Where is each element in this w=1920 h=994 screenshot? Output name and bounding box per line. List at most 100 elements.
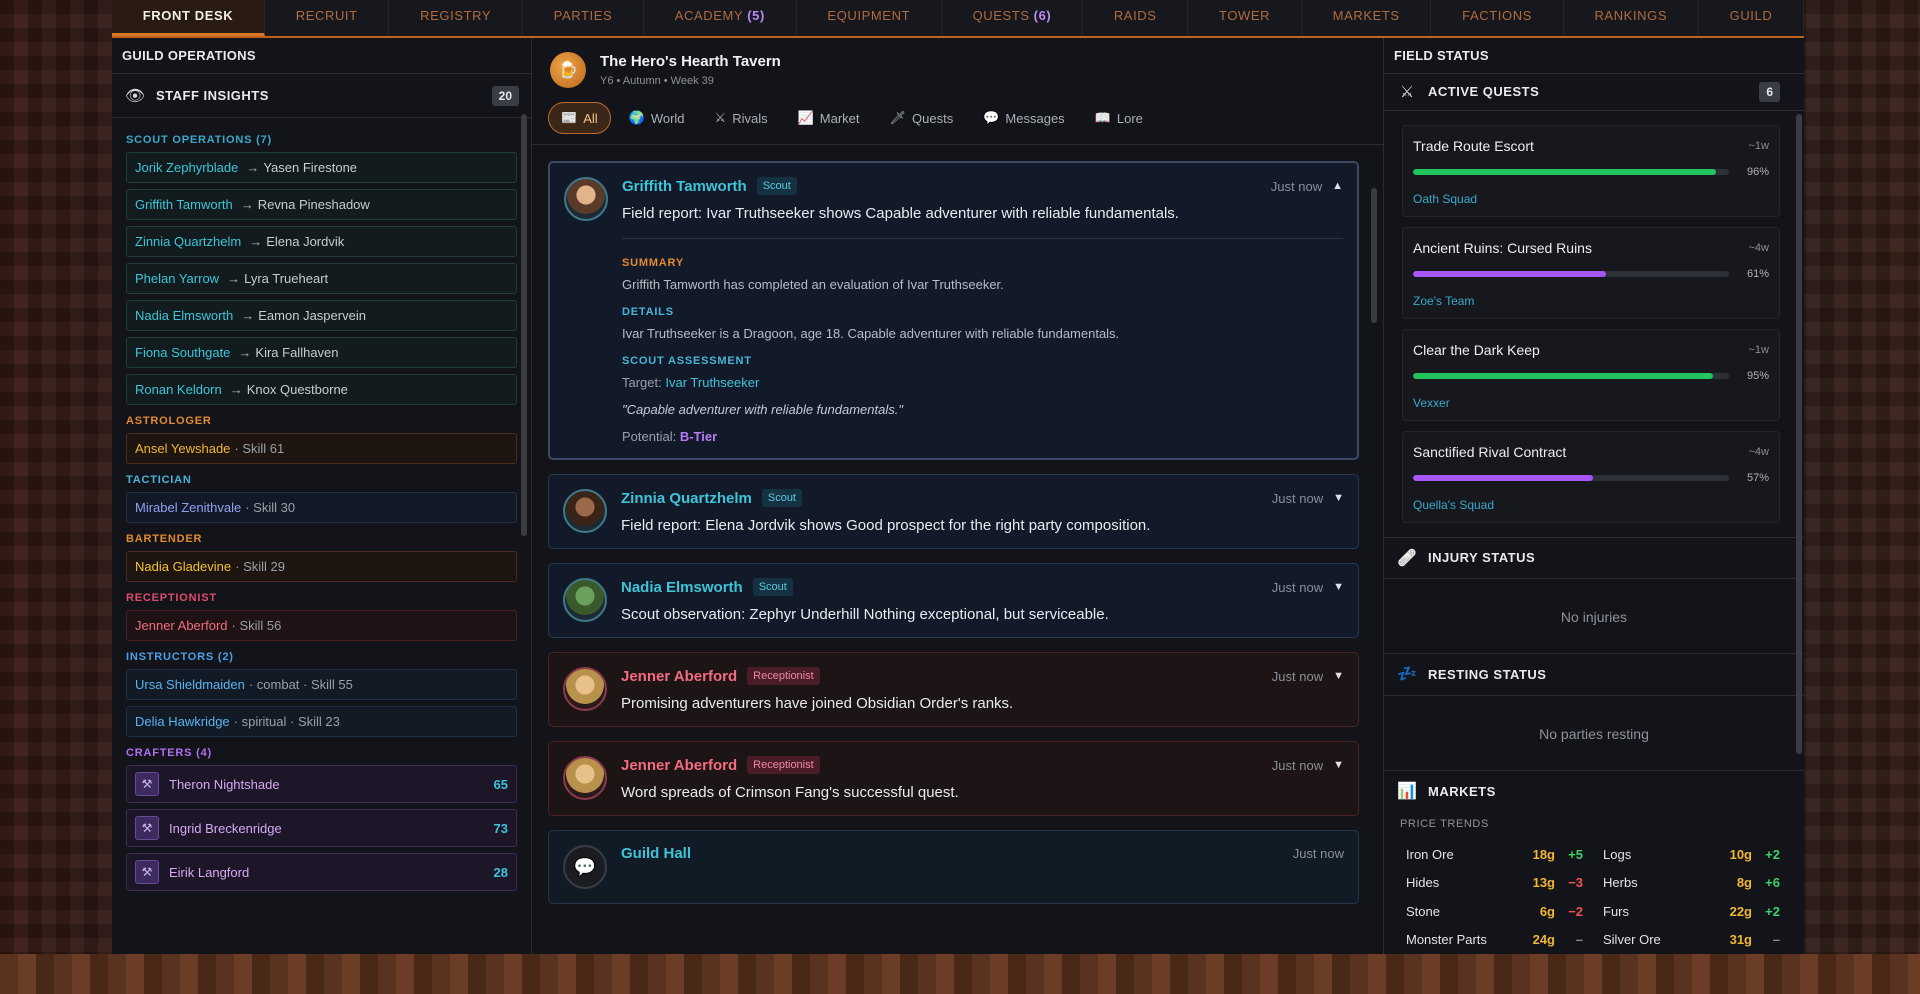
- tab-front-desk[interactable]: FRONT DESK: [112, 0, 265, 36]
- tab-quests[interactable]: QUESTS (6): [942, 0, 1084, 36]
- quest-party[interactable]: Vexxer: [1413, 396, 1769, 410]
- feed-card[interactable]: 💬 Guild Hall Just now: [548, 830, 1359, 904]
- chevron-down-icon[interactable]: ▼: [1333, 670, 1344, 682]
- scout-row[interactable]: Nadia Elmsworth → Eamon Jaspervein: [126, 300, 517, 331]
- filter-quests[interactable]: 🗡 Quests: [878, 102, 966, 134]
- newspaper-icon: 📰: [561, 110, 578, 125]
- quest-party[interactable]: Quella's Squad: [1413, 498, 1769, 512]
- price-trends-label: PRICE TRENDS: [1400, 818, 1489, 830]
- arrow-icon: →: [229, 382, 243, 397]
- price-delta: +5: [1568, 846, 1583, 862]
- scout-target: Yasen Firestone: [263, 160, 358, 175]
- injury-status-header[interactable]: 🩹 INJURY STATUS: [1384, 538, 1804, 580]
- filter-world[interactable]: 🌍 World: [617, 102, 697, 134]
- staff-meta: · Skill 29: [235, 559, 285, 574]
- scout-row[interactable]: Zinnia Quartzhelm → Elena Jordvik: [126, 226, 517, 257]
- filter-rivals[interactable]: ⚔ Rivals: [703, 102, 780, 134]
- tab-raids[interactable]: RAIDS: [1083, 0, 1189, 36]
- sleep-icon: 💤: [1397, 666, 1417, 684]
- tactician-row[interactable]: Mirabel Zenithvale · Skill 30: [126, 492, 517, 523]
- feed-card[interactable]: Griffith Tamworth Scout Just now ▲ Field…: [548, 161, 1359, 460]
- instructor-row[interactable]: Delia Hawkridge · spiritual · Skill 23: [126, 706, 517, 737]
- crafter-row[interactable]: ⚒ Theron Nightshade 65: [126, 765, 517, 803]
- tab-guild[interactable]: GUILD: [1699, 0, 1805, 36]
- filter-lore[interactable]: 📖 Lore: [1083, 102, 1155, 134]
- tab-markets[interactable]: MARKETS: [1302, 0, 1432, 36]
- item-name: Silver Ore: [1603, 932, 1661, 948]
- filter-label: Messages: [1005, 110, 1065, 126]
- scout-row[interactable]: Griffith Tamworth → Revna Pineshadow: [126, 189, 517, 220]
- scout-row[interactable]: Jorik Zephyrblade → Yasen Firestone: [126, 152, 517, 183]
- chevron-up-icon[interactable]: ▲: [1332, 180, 1343, 192]
- tab-label: RECRUIT: [295, 8, 358, 23]
- arrow-icon: →: [238, 345, 252, 360]
- feed-message: Scout observation: Zephyr Underhill Noth…: [621, 606, 1109, 623]
- progress-fill: [1413, 372, 1714, 379]
- field-status-panel: FIELD STATUS ⚔ ACTIVE QUESTS 6 Trade Rou…: [1384, 38, 1804, 954]
- scout-target: Lyra Trueheart: [244, 271, 329, 286]
- quest-card[interactable]: Clear the Dark Keep ~1w 95% Vexxer: [1402, 328, 1780, 421]
- quest-card[interactable]: Ancient Ruins: Cursed Ruins ~4w 61% Zoe's…: [1402, 226, 1780, 319]
- tab-academy[interactable]: ACADEMY (5): [644, 0, 797, 36]
- quest-card[interactable]: Sanctified Rival Contract ~4w 57% Quella'…: [1402, 430, 1780, 523]
- price-row: Herbs 8g +6: [1603, 869, 1780, 898]
- target-name[interactable]: Ivar Truthseeker: [665, 375, 759, 390]
- tab-registry[interactable]: REGISTRY: [389, 0, 523, 36]
- price-row: Logs 10g +2: [1603, 840, 1780, 869]
- filter-all[interactable]: 📰 All: [548, 102, 611, 134]
- price-grid: Iron Ore 18g +5 Logs 10g +2 Hides 13g −3 Herbs…: [1384, 830, 1804, 954]
- scrollbar[interactable]: [1796, 114, 1802, 754]
- receptionist-row[interactable]: Jenner Aberford · Skill 56: [126, 610, 517, 641]
- staff-insights-header[interactable]: 👁 STAFF INSIGHTS 20: [112, 74, 531, 118]
- price-delta: +2: [1765, 846, 1780, 862]
- tab-factions[interactable]: FACTIONS: [1431, 0, 1564, 36]
- filter-label: Lore: [1116, 110, 1143, 126]
- filter-messages[interactable]: 💬 Messages: [971, 102, 1076, 134]
- guild-operations-panel: GUILD OPERATIONS 👁 STAFF INSIGHTS 20 SCO…: [112, 38, 532, 954]
- astrologer-row[interactable]: Ansel Yewshade · Skill 61: [126, 433, 517, 464]
- quest-card[interactable]: Trade Route Escort ~1w 96% Oath Squad: [1402, 124, 1780, 217]
- price-delta: +2: [1765, 903, 1780, 919]
- tab-equipment[interactable]: EQUIPMENT: [797, 0, 942, 36]
- active-quests-header[interactable]: ⚔ ACTIVE QUESTS 6: [1384, 74, 1804, 111]
- tab-tower[interactable]: TOWER: [1188, 0, 1302, 36]
- instructor-row[interactable]: Ursa Shieldmaiden · combat · Skill 55: [126, 669, 517, 700]
- item-name: Logs: [1603, 846, 1632, 862]
- author-name: Jenner Aberford: [621, 756, 738, 774]
- item-price: 24g: [1532, 932, 1555, 948]
- scout-name: Ronan Keldorn: [135, 382, 222, 397]
- scout-row[interactable]: Fiona Southgate → Kira Fallhaven: [126, 337, 517, 368]
- feed-card[interactable]: Zinnia Quartzhelm Scout Just now ▼ Field…: [548, 474, 1359, 549]
- tab-count-badge: (5): [747, 8, 765, 23]
- price-delta: –: [1772, 932, 1780, 948]
- quest-party[interactable]: Oath Squad: [1413, 192, 1769, 206]
- chat-bubble-icon: 💬: [563, 845, 607, 889]
- filter-market[interactable]: 📈 Market: [786, 102, 872, 134]
- scout-name: Zinnia Quartzhelm: [135, 234, 242, 249]
- feed-card[interactable]: Jenner Aberford Receptionist Just now ▼ …: [548, 652, 1359, 727]
- crafter-row[interactable]: ⚒ Ingrid Breckenridge 73: [126, 809, 517, 847]
- feed-card[interactable]: Nadia Elmsworth Scout Just now ▼ Scout o…: [548, 563, 1359, 638]
- feed-message: Word spreads of Crimson Fang's successfu…: [621, 784, 959, 801]
- chevron-down-icon[interactable]: ▼: [1333, 759, 1344, 771]
- resting-empty-text: No parties resting: [1384, 696, 1804, 771]
- author-name: Jenner Aberford: [621, 667, 738, 685]
- chevron-down-icon[interactable]: ▼: [1333, 492, 1344, 504]
- quest-party[interactable]: Zoe's Team: [1413, 294, 1769, 308]
- tab-recruit[interactable]: RECRUIT: [265, 0, 390, 36]
- injury-empty-text: No injuries: [1384, 579, 1804, 655]
- markets-header[interactable]: 📊 MARKETS: [1384, 771, 1804, 812]
- crafter-row[interactable]: ⚒ Eirik Langford 28: [126, 853, 517, 891]
- scout-row[interactable]: Phelan Yarrow → Lyra Trueheart: [126, 263, 517, 294]
- author-name: Nadia Elmsworth: [621, 578, 743, 596]
- scout-row[interactable]: Ronan Keldorn → Knox Questborne: [126, 374, 517, 405]
- chevron-down-icon[interactable]: ▼: [1333, 581, 1344, 593]
- timestamp: Just now: [1271, 490, 1324, 506]
- tab-parties[interactable]: PARTIES: [523, 0, 645, 36]
- resting-status-header[interactable]: 💤 RESTING STATUS: [1384, 654, 1804, 696]
- potential-value: B-Tier: [679, 429, 718, 444]
- feed-card[interactable]: Jenner Aberford Receptionist Just now ▼ …: [548, 741, 1359, 816]
- avatar: [563, 667, 607, 711]
- bartender-row[interactable]: Nadia Gladevine · Skill 29: [126, 551, 517, 582]
- tab-rankings[interactable]: RANKINGS: [1564, 0, 1699, 36]
